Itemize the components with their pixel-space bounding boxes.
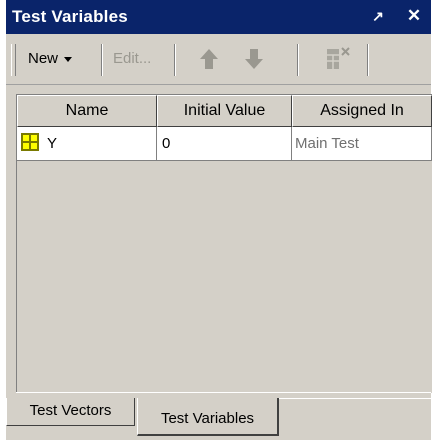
move-up-icon[interactable]: [196, 46, 222, 72]
column-header-name[interactable]: Name: [17, 95, 157, 127]
toolbar: New Edit...: [6, 34, 431, 85]
variable-name: Y: [47, 135, 58, 152]
cell-name[interactable]: Y: [17, 127, 157, 161]
panel-title: Test Variables: [12, 7, 128, 26]
test-variables-panel: Test Variables ↗ ✕ New Edit... Name Init…: [6, 0, 432, 440]
delete-variable-icon[interactable]: [324, 45, 354, 73]
chevron-down-icon: [64, 56, 73, 62]
tab-test-vectors[interactable]: Test Vectors: [6, 398, 135, 426]
table-row[interactable]: Y 0 Main Test: [17, 127, 432, 161]
variable-grid-icon: [21, 133, 39, 152]
toolbar-separator: [174, 44, 176, 76]
column-header-initial-value[interactable]: Initial Value: [157, 95, 292, 127]
table-bottom-edge: [16, 392, 431, 393]
variables-table: Name Initial Value Assigned In Y 0 Main …: [16, 94, 432, 393]
new-button[interactable]: New: [28, 47, 73, 71]
toolbar-separator: [297, 44, 299, 76]
pin-icon[interactable]: ↗: [368, 6, 388, 26]
move-down-icon[interactable]: [241, 46, 267, 72]
table-header: Name Initial Value Assigned In: [17, 95, 432, 127]
cell-assigned-in: Main Test: [292, 127, 432, 161]
cell-initial-value[interactable]: 0: [157, 127, 292, 161]
edit-button[interactable]: Edit...: [113, 47, 151, 71]
tab-strip: Test Vectors Test Variables: [6, 396, 431, 440]
new-button-label: New: [28, 50, 59, 67]
title-bar: Test Variables ↗ ✕: [6, 0, 431, 34]
tab-test-variables[interactable]: Test Variables: [137, 398, 279, 436]
toolbar-separator: [101, 44, 103, 76]
column-header-assigned-in[interactable]: Assigned In: [292, 95, 432, 127]
toolbar-grip[interactable]: [11, 44, 16, 76]
toolbar-separator: [367, 44, 369, 76]
close-icon[interactable]: ✕: [404, 6, 424, 26]
tab-strip-line: [279, 398, 431, 399]
